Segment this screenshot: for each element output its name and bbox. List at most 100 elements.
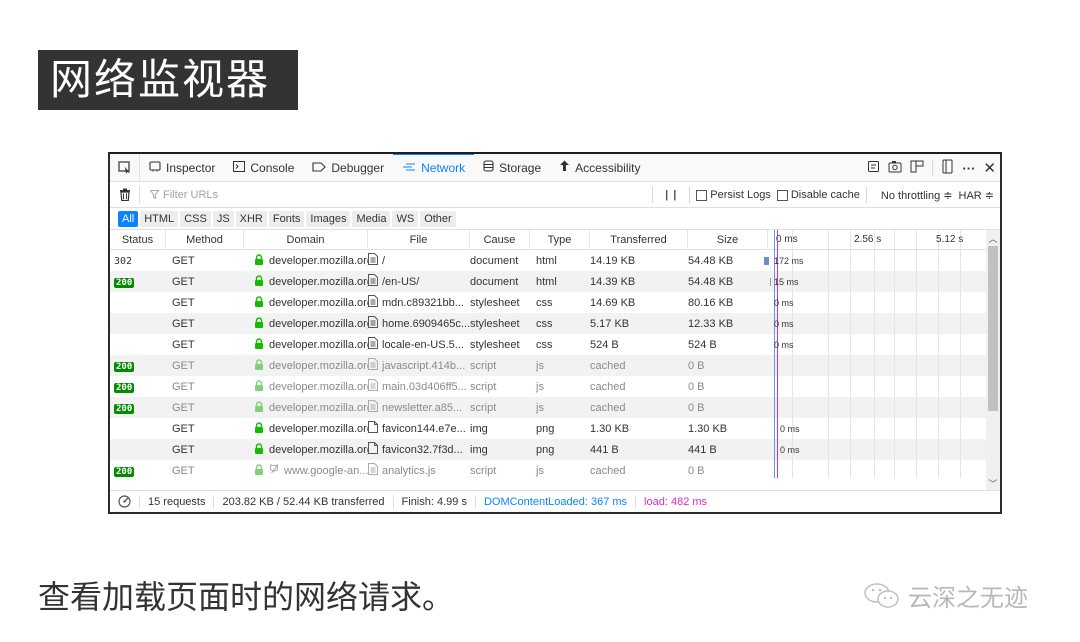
performance-button[interactable]	[110, 494, 140, 509]
filter-urls-input[interactable]: Filter URLs	[150, 189, 670, 201]
type-filter-xhr[interactable]: XHR	[235, 210, 267, 227]
scrollbar-thumb[interactable]	[988, 246, 998, 411]
cell-waterfall	[768, 460, 1000, 481]
cell-method: GET	[172, 464, 195, 477]
request-table: Status Method Domain File Cause Type Tra…	[110, 229, 1000, 492]
more-icon[interactable]: ···	[962, 161, 975, 176]
cell-type: css	[536, 317, 553, 330]
cell-size: 0 B	[688, 380, 705, 393]
trash-icon	[119, 188, 130, 201]
har-menu[interactable]: HAR ≑	[959, 189, 995, 202]
type-filter-fonts[interactable]: Fonts	[268, 210, 305, 227]
type-filter-html[interactable]: HTML	[140, 210, 179, 227]
type-filter-ws[interactable]: WS	[392, 210, 419, 227]
cell-type: js	[536, 464, 544, 477]
cell-type: js	[536, 401, 544, 414]
column-header-cause[interactable]: Cause	[470, 229, 530, 250]
type-filter-media[interactable]: Media	[352, 210, 391, 227]
vertical-scrollbar[interactable]: ︿ ﹀	[986, 230, 1000, 492]
element-picker-button[interactable]	[110, 154, 140, 182]
status-badge: 200	[114, 277, 135, 288]
table-row[interactable]: 200 GET www.google-an... analytics.js script…	[110, 460, 1000, 481]
table-row[interactable]: GET developer.mozilla.org favicon144.e7e..…	[110, 418, 1000, 439]
notes-icon[interactable]	[867, 160, 880, 176]
type-filter-all[interactable]: All	[118, 210, 139, 227]
cell-cause: stylesheet	[470, 338, 520, 351]
cell-transferred: 441 B	[590, 443, 619, 456]
watermark: 云深之无迹	[862, 578, 1028, 613]
tab-debugger[interactable]: Debugger	[303, 154, 393, 182]
filter-bar: Filter URLs | | Persist Logs Disable cac…	[110, 182, 1000, 208]
table-row[interactable]: 200 GET developer.mozilla.org main.03d406ff…	[110, 376, 1000, 397]
table-row[interactable]: GET developer.mozilla.org home.6909465c...…	[110, 313, 1000, 334]
file-text: newsletter.a85...	[382, 401, 463, 414]
cell-cause: img	[470, 422, 488, 435]
responsive-design-icon[interactable]	[941, 159, 954, 177]
tab-label: Storage	[499, 160, 542, 175]
frames-icon[interactable]	[910, 160, 924, 176]
persist-logs-checkbox[interactable]: Persist Logs	[696, 189, 771, 201]
cell-domain: developer.mozilla.org	[244, 337, 368, 352]
column-header-file[interactable]: File	[368, 229, 470, 250]
type-filter-other[interactable]: Other	[420, 210, 456, 227]
lock-icon	[254, 295, 264, 310]
disable-cache-checkbox[interactable]: Disable cache	[776, 189, 860, 201]
cell-size: 1.30 KB	[688, 422, 728, 435]
document-icon	[368, 379, 378, 394]
cell-domain: developer.mozilla.org	[244, 358, 368, 373]
cell-status: 200	[110, 381, 166, 393]
console-icon	[233, 160, 246, 175]
tab-storage[interactable]: Storage	[474, 154, 550, 182]
cell-transferred: cached	[590, 464, 626, 477]
storage-icon	[483, 160, 494, 175]
cell-domain: developer.mozilla.org	[244, 253, 368, 268]
table-row[interactable]: 302 GET developer.mozilla.org / document html…	[110, 250, 1000, 271]
type-filter-js[interactable]: JS	[212, 210, 234, 227]
column-header-domain[interactable]: Domain	[244, 229, 368, 250]
tab-inspector[interactable]: Inspector	[140, 154, 224, 182]
column-header-type[interactable]: Type	[530, 229, 590, 250]
cell-method: GET	[172, 254, 195, 267]
column-header-status[interactable]: Status	[110, 229, 166, 250]
pause-button[interactable]: | |	[659, 189, 683, 201]
tab-accessibility[interactable]: Accessibility	[550, 154, 649, 182]
cell-transferred: 524 B	[590, 338, 619, 351]
cell-domain: www.google-an...	[244, 463, 368, 478]
close-icon[interactable]: ✕	[983, 159, 996, 177]
table-row[interactable]: GET developer.mozilla.org mdn.c89321bb... s…	[110, 292, 1000, 313]
type-filter-css[interactable]: CSS	[180, 210, 211, 227]
tab-network[interactable]: Network	[393, 154, 475, 182]
table-row[interactable]: 200 GET developer.mozilla.org newsletter.a8…	[110, 397, 1000, 418]
column-header-transferred[interactable]: Transferred	[590, 229, 688, 250]
cell-status: 200	[110, 402, 166, 414]
cell-status: 302	[110, 255, 166, 267]
column-header-size[interactable]: Size	[688, 229, 768, 250]
clear-button[interactable]	[110, 185, 140, 204]
cell-transferred: cached	[590, 401, 626, 414]
cell-cause: script	[470, 380, 497, 393]
scroll-up-icon[interactable]: ︿	[986, 232, 1000, 245]
cell-waterfall	[768, 376, 1000, 397]
throttling-select[interactable]: No throttling ≑	[881, 189, 953, 202]
file-text: favicon144.e7e...	[382, 422, 466, 435]
domain-text: developer.mozilla.org	[269, 254, 368, 267]
type-filter-bar: All HTML CSS JS XHR Fonts Images Media WS Other	[110, 208, 1000, 230]
cell-waterfall	[768, 313, 1000, 334]
cell-transferred: 14.19 KB	[590, 254, 636, 267]
scroll-down-icon[interactable]: ﹀	[986, 477, 1000, 490]
toolbar-right-icons: ··· ✕	[867, 154, 996, 182]
column-header-method[interactable]: Method	[166, 229, 244, 250]
table-row[interactable]: GET developer.mozilla.org favicon32.7f3d..…	[110, 439, 1000, 460]
table-row[interactable]: 200 GET developer.mozilla.org javascript.41…	[110, 355, 1000, 376]
table-row[interactable]: GET developer.mozilla.org locale-en-US.5..…	[110, 334, 1000, 355]
screenshot-icon[interactable]	[888, 160, 902, 176]
cell-size: 80.16 KB	[688, 296, 734, 309]
tab-console[interactable]: Console	[224, 154, 303, 182]
type-filter-images[interactable]: Images	[306, 210, 351, 227]
file-text: locale-en-US.5...	[382, 338, 464, 351]
devtools-toolbar: Inspector Console Debugger Network Storage Ac…	[110, 154, 1000, 182]
table-row[interactable]: 200 GET developer.mozilla.org/en-US/docume…	[110, 271, 1000, 292]
filter-icon	[150, 190, 159, 199]
column-header-waterfall[interactable]	[768, 230, 1000, 250]
cell-method: GET	[172, 296, 195, 309]
